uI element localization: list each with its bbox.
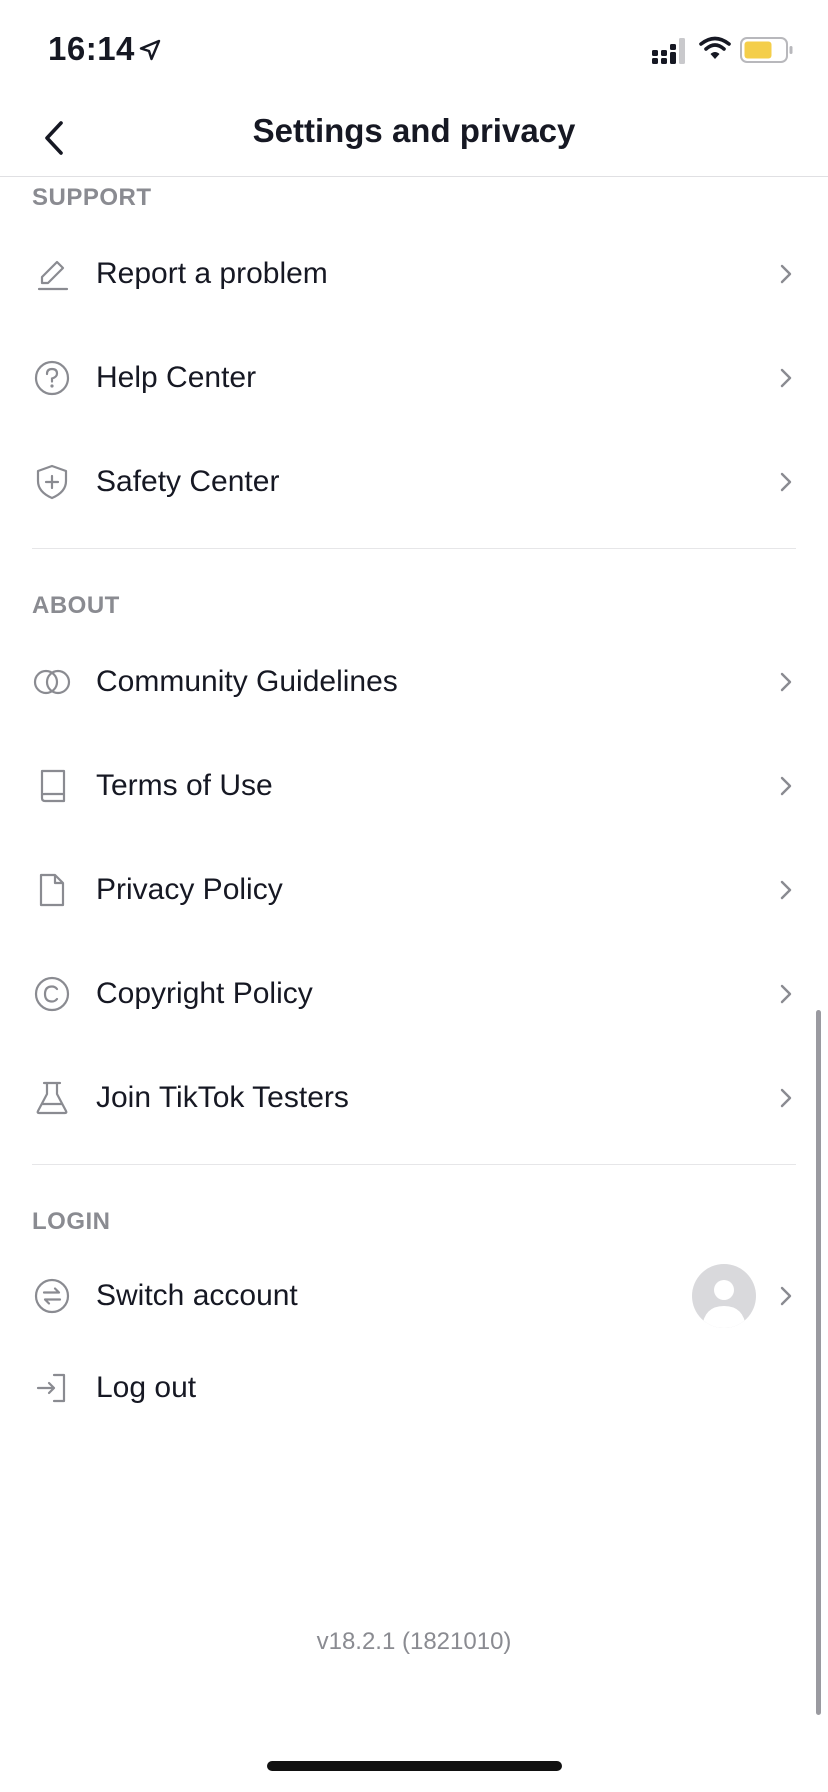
chevron-right-icon bbox=[780, 368, 792, 388]
location-arrow-icon bbox=[139, 39, 161, 61]
privacy-policy-row[interactable]: Privacy Policy bbox=[0, 838, 828, 942]
signal-icon bbox=[652, 38, 685, 64]
row-label: Join TikTok Testers bbox=[96, 1081, 349, 1114]
avatar bbox=[692, 1264, 756, 1328]
row-label: Safety Center bbox=[96, 465, 280, 498]
scroll-indicator[interactable] bbox=[816, 1010, 821, 1715]
copyright-icon bbox=[32, 974, 72, 1014]
section-divider bbox=[32, 1164, 796, 1165]
help-center-row[interactable]: Help Center bbox=[0, 326, 828, 430]
double-circle-icon bbox=[32, 662, 72, 702]
switch-arrows-icon bbox=[32, 1276, 72, 1316]
section-divider bbox=[32, 548, 796, 549]
status-time: 16:14 bbox=[48, 30, 135, 67]
row-label: Terms of Use bbox=[96, 769, 273, 802]
chevron-right-icon bbox=[780, 472, 792, 492]
question-circle-icon bbox=[32, 358, 72, 398]
shield-plus-icon bbox=[32, 462, 72, 502]
section-header-support: SUPPORT bbox=[32, 184, 152, 211]
chevron-right-icon bbox=[780, 672, 792, 692]
row-label: Log out bbox=[96, 1371, 197, 1404]
row-label: Report a problem bbox=[96, 257, 328, 290]
flask-icon bbox=[32, 1078, 72, 1118]
row-label: Switch account bbox=[96, 1279, 298, 1312]
terms-of-use-row[interactable]: Terms of Use bbox=[0, 734, 828, 838]
section-header-about: ABOUT bbox=[32, 592, 120, 619]
safety-center-row[interactable]: Safety Center bbox=[0, 430, 828, 534]
home-indicator[interactable] bbox=[267, 1761, 562, 1771]
row-label: Privacy Policy bbox=[96, 873, 283, 906]
chevron-right-icon bbox=[780, 264, 792, 284]
log-out-row[interactable]: Log out bbox=[0, 1336, 828, 1440]
row-label: Community Guidelines bbox=[96, 665, 398, 698]
row-label: Help Center bbox=[96, 361, 257, 394]
logout-icon bbox=[32, 1368, 72, 1408]
pencil-icon bbox=[32, 254, 72, 294]
chevron-right-icon bbox=[780, 880, 792, 900]
row-label: Copyright Policy bbox=[96, 977, 313, 1010]
section-header-login: LOGIN bbox=[32, 1208, 111, 1235]
wifi-icon bbox=[699, 36, 731, 59]
battery-icon bbox=[740, 37, 793, 63]
document-icon bbox=[32, 870, 72, 910]
page-title: Settings and privacy bbox=[252, 112, 576, 149]
chevron-right-icon bbox=[780, 1088, 792, 1108]
join-testers-row[interactable]: Join TikTok Testers bbox=[0, 1046, 828, 1150]
community-guidelines-row[interactable]: Community Guidelines bbox=[0, 630, 828, 734]
chevron-right-icon bbox=[780, 776, 792, 796]
report-problem-row[interactable]: Report a problem bbox=[0, 222, 828, 326]
switch-account-row[interactable]: Switch account bbox=[0, 1244, 828, 1348]
app-version: v18.2.1 (1821010) bbox=[316, 1628, 512, 1655]
book-icon bbox=[32, 766, 72, 806]
nav-bar: Settings and privacy bbox=[0, 100, 828, 177]
chevron-right-icon bbox=[780, 984, 792, 1004]
status-bar: 16:14 bbox=[0, 0, 828, 100]
chevron-right-icon bbox=[780, 1286, 792, 1306]
copyright-policy-row[interactable]: Copyright Policy bbox=[0, 942, 828, 1046]
